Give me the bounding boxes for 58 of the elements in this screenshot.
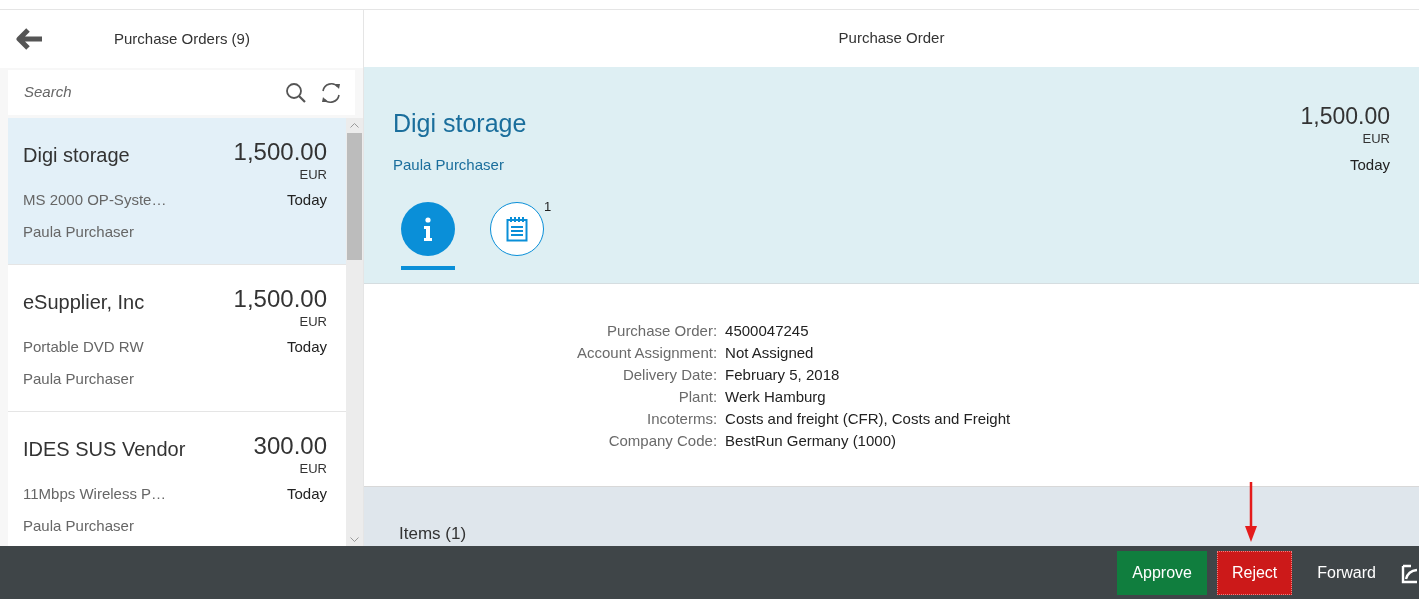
item-title: Digi storage bbox=[23, 143, 130, 168]
item-title: IDES SUS Vendor bbox=[23, 437, 186, 462]
amount: 1,500.00 bbox=[233, 286, 327, 312]
tab[interactable] bbox=[401, 201, 455, 256]
currency: EUR bbox=[299, 166, 327, 184]
amount: 1,500.00 bbox=[1300, 102, 1390, 129]
list-item[interactable]: eSupplier, Inc 1,500.00 EUR Portable DVD RW Today Paula Purchaser bbox=[8, 265, 346, 412]
count-label: 1 bbox=[544, 197, 552, 216]
currency: EUR bbox=[299, 313, 327, 331]
annotation-arrow bbox=[1245, 482, 1257, 542]
date: Today bbox=[286, 336, 327, 357]
date: Today bbox=[286, 189, 327, 210]
list-item[interactable]: Digi storage 1,500.00 EUR MS 2000 OP-Syste… Today Paula Purchaser bbox=[8, 118, 346, 265]
info-icon bbox=[423, 216, 433, 241]
scroll-down-icon[interactable] bbox=[350, 537, 359, 542]
item-description: Portable DVD RW bbox=[23, 336, 144, 357]
search-bar[interactable]: Search bbox=[8, 70, 355, 115]
notepad-icon bbox=[506, 215, 528, 242]
page-title: Purchase Order bbox=[838, 28, 945, 49]
field-label: Plant: bbox=[677, 386, 718, 407]
item-title: eSupplier, Inc bbox=[23, 290, 145, 315]
field-label: Incoterms: bbox=[646, 408, 718, 429]
item-description: 11Mbps Wireless P… bbox=[23, 483, 167, 504]
refresh-icon[interactable] bbox=[319, 80, 343, 105]
date: Today bbox=[286, 483, 327, 504]
field-value: Costs and freight (CFR), Costs and Freight bbox=[725, 408, 1011, 429]
field-value: Werk Hamburg bbox=[725, 386, 827, 407]
object-title: Digi storage bbox=[393, 107, 527, 139]
field-label: Account Assignment: bbox=[577, 342, 718, 363]
field-label: Company Code: bbox=[607, 430, 718, 451]
field-value: February 5, 2018 bbox=[725, 364, 841, 385]
tab[interactable] bbox=[490, 201, 544, 256]
field-label: Delivery Date: bbox=[621, 364, 718, 385]
scroll-up-icon[interactable] bbox=[350, 123, 359, 128]
requester: Paula Purchaser bbox=[23, 516, 135, 536]
scrollbar[interactable] bbox=[346, 118, 363, 546]
currency: EUR bbox=[299, 460, 327, 478]
back-arrow-icon[interactable] bbox=[16, 28, 44, 50]
date: Today bbox=[1349, 155, 1390, 176]
field-value: Not Assigned bbox=[725, 342, 815, 363]
requester-link[interactable]: Paula Purchaser bbox=[393, 154, 504, 177]
currency: EUR bbox=[1362, 129, 1390, 148]
amount: 1,500.00 bbox=[233, 139, 327, 165]
search-icon[interactable] bbox=[285, 81, 307, 104]
search-field[interactable]: Search bbox=[24, 81, 285, 104]
field-value: BestRun Germany (1000) bbox=[725, 430, 897, 451]
amount: 300.00 bbox=[253, 433, 327, 459]
list-title: Purchase Orders (9) bbox=[114, 28, 250, 49]
list-item[interactable]: IDES SUS Vendor 300.00 EUR 11Mbps Wireless P… Today Paula Purchaser bbox=[8, 412, 346, 546]
action-button[interactable]: Approve bbox=[1117, 550, 1207, 595]
field-label: Purchase Order: bbox=[606, 320, 718, 341]
action-button[interactable]: Reject bbox=[1216, 550, 1293, 595]
requester: Paula Purchaser bbox=[23, 222, 135, 242]
item-description: MS 2000 OP-Syste… bbox=[23, 189, 167, 210]
requester: Paula Purchaser bbox=[23, 369, 135, 389]
field-value: 4500047245 bbox=[725, 320, 810, 341]
action-button[interactable]: Forward bbox=[1302, 550, 1391, 595]
section-title: Items (1) bbox=[399, 523, 467, 543]
